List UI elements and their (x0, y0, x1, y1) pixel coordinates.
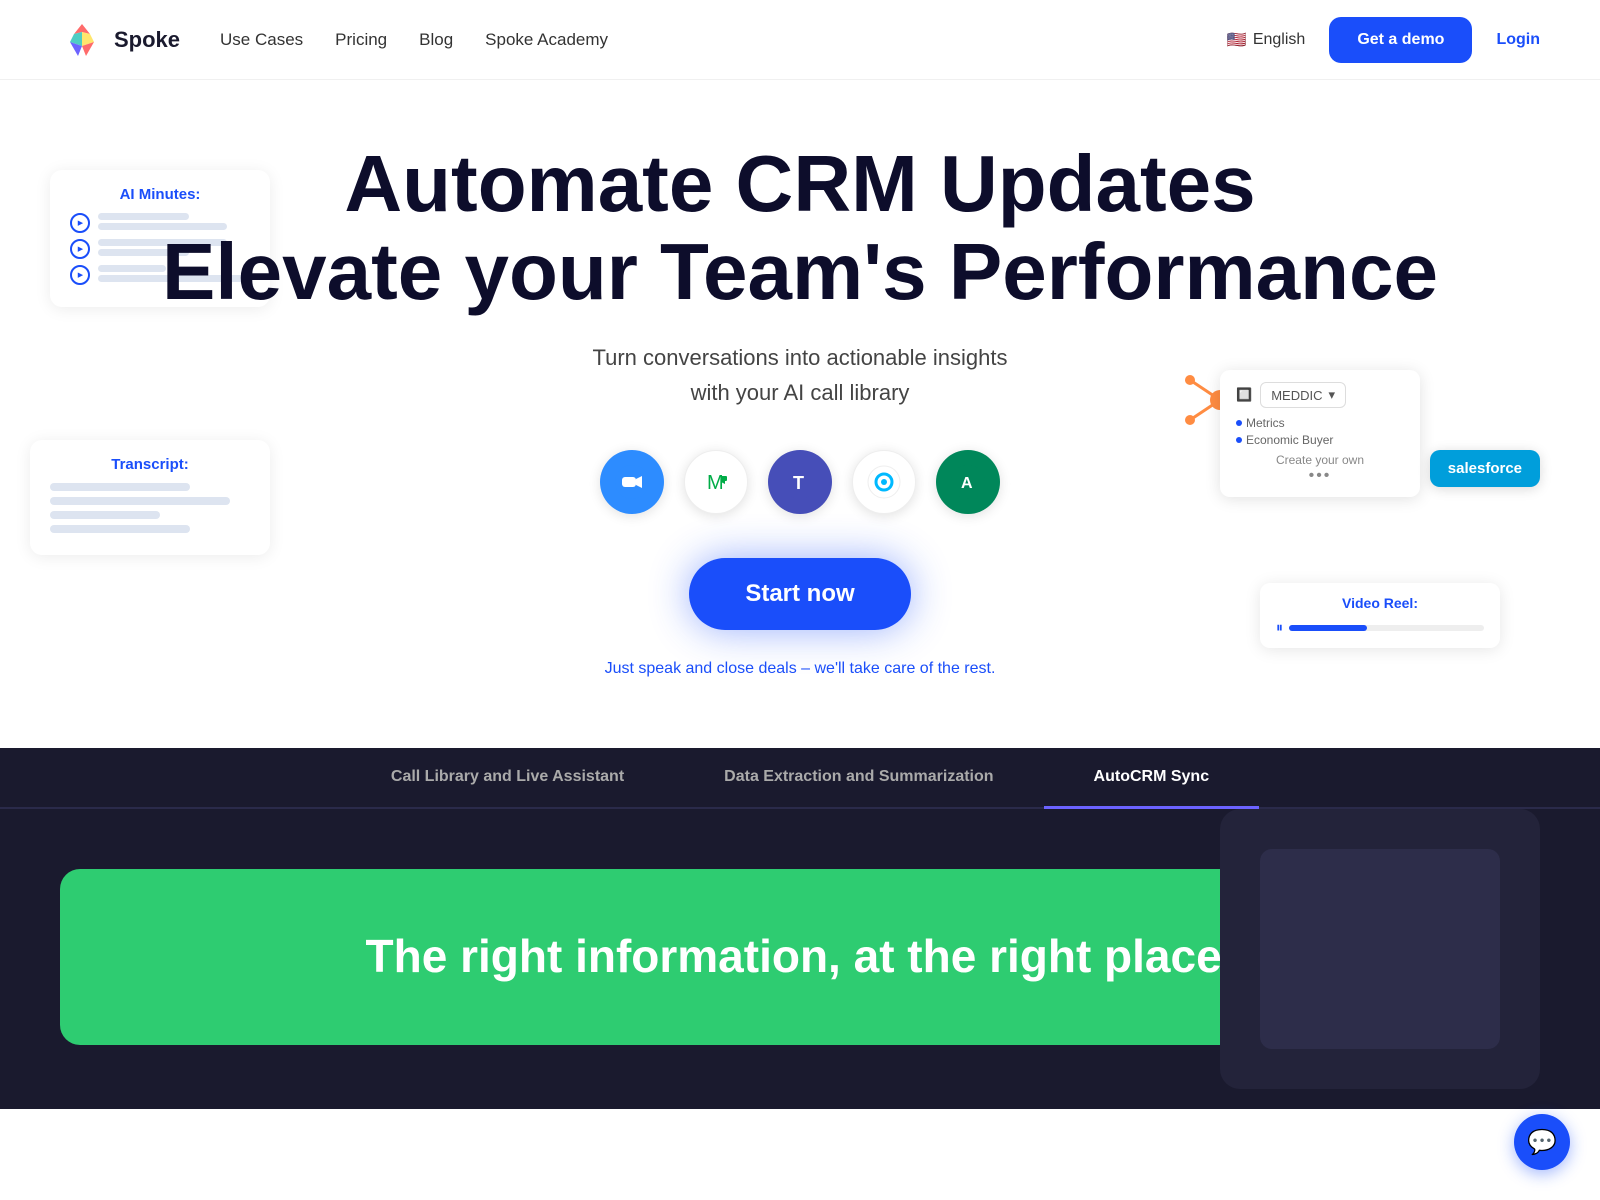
salesforce-badge: salesforce (1430, 450, 1540, 487)
svg-text:A: A (961, 475, 973, 492)
navbar-right: 🇺🇸 English Get a demo Login (1227, 17, 1540, 63)
tagline: Just speak and close deals – we'll take … (60, 660, 1540, 678)
brand-name: Spoke (114, 27, 180, 53)
language-label: English (1253, 31, 1305, 49)
aircall-icon: A (936, 450, 1000, 514)
ringover-icon (852, 450, 916, 514)
tab-autocrm-sync[interactable]: AutoCRM Sync (1044, 748, 1260, 809)
meddic-items: Metrics Economic Buyer (1236, 416, 1404, 447)
hero-title-line1: Automate CRM Updates (344, 139, 1255, 228)
nav-spoke-academy[interactable]: Spoke Academy (485, 30, 608, 50)
chevron-down-icon: ▾ (1328, 387, 1335, 403)
video-reel-title: Video Reel: (1276, 595, 1484, 611)
login-link[interactable]: Login (1496, 31, 1540, 49)
logo[interactable]: Spoke (60, 18, 180, 62)
svg-text:T: T (793, 473, 804, 493)
tabs-row: Call Library and Live Assistant Data Ext… (0, 748, 1600, 809)
trans-bar-1 (50, 483, 190, 491)
meddic-row: 🔲 MEDDIC ▾ (1236, 382, 1404, 408)
trans-bar-4 (50, 525, 190, 533)
hero-subtitle-line1: Turn conversations into actionable insig… (593, 345, 1008, 370)
hero-title-line2: Elevate your Team's Performance (162, 227, 1438, 316)
video-progress[interactable]: ⏸ (1276, 619, 1484, 636)
dark-widget (1220, 809, 1540, 1089)
meddic-dropdown[interactable]: MEDDIC ▾ (1260, 382, 1346, 408)
nav-blog[interactable]: Blog (419, 30, 453, 50)
transcript-title: Transcript: (50, 456, 250, 473)
meddic-dot-2 (1236, 437, 1242, 443)
language-selector[interactable]: 🇺🇸 English (1227, 30, 1305, 50)
meddic-metrics: Metrics (1246, 416, 1285, 430)
navbar: Spoke Use Cases Pricing Blog Spoke Acade… (0, 0, 1600, 80)
progress-bar-fill (1289, 625, 1367, 631)
pause-icon[interactable]: ⏸ (1276, 619, 1283, 636)
more-options-icon[interactable]: ••• (1236, 467, 1404, 485)
flag-icon: 🇺🇸 (1227, 30, 1247, 50)
trans-bar-2 (50, 497, 230, 505)
tab-data-extraction[interactable]: Data Extraction and Summarization (674, 748, 1043, 809)
zoom-icon (600, 450, 664, 514)
hero-section: AI Minutes: Transcript: (0, 80, 1600, 748)
hero-title: Automate CRM Updates Elevate your Team's… (60, 140, 1540, 316)
meddic-item-metrics: Metrics (1236, 416, 1404, 430)
meddic-label: MEDDIC (1271, 388, 1322, 403)
svg-text:M: M (707, 472, 724, 494)
bottom-content: The right information, at the right plac… (0, 809, 1600, 1109)
trans-bar-3 (50, 511, 160, 519)
nav-links: Use Cases Pricing Blog Spoke Academy (220, 30, 608, 50)
nav-pricing[interactable]: Pricing (335, 30, 387, 50)
meddic-item-economic-buyer: Economic Buyer (1236, 433, 1404, 447)
get-demo-button[interactable]: Get a demo (1329, 17, 1472, 63)
meddic-economic-buyer: Economic Buyer (1246, 433, 1333, 447)
chat-bubble[interactable]: 💬 (1514, 1114, 1570, 1170)
video-reel-card: Video Reel: ⏸ (1260, 583, 1500, 648)
google-meet-icon: M (684, 450, 748, 514)
teams-icon: T (768, 450, 832, 514)
navbar-left: Spoke Use Cases Pricing Blog Spoke Acade… (60, 18, 608, 62)
spoke-logo-icon (60, 18, 104, 62)
start-now-button[interactable]: Start now (689, 558, 910, 630)
meddic-card: 🔲 MEDDIC ▾ Metrics Economic Buyer Create… (1220, 370, 1420, 497)
hero-subtitle-line2: with your AI call library (691, 380, 910, 405)
progress-bar-bg (1289, 625, 1484, 631)
create-own-text[interactable]: Create your own (1236, 453, 1404, 467)
transcript-card: Transcript: (30, 440, 270, 555)
chat-icon: 💬 (1527, 1128, 1557, 1157)
nav-use-cases[interactable]: Use Cases (220, 30, 303, 50)
tab-call-library[interactable]: Call Library and Live Assistant (341, 748, 674, 809)
bottom-section: Call Library and Live Assistant Data Ext… (0, 748, 1600, 1109)
meddic-dot-1 (1236, 420, 1242, 426)
